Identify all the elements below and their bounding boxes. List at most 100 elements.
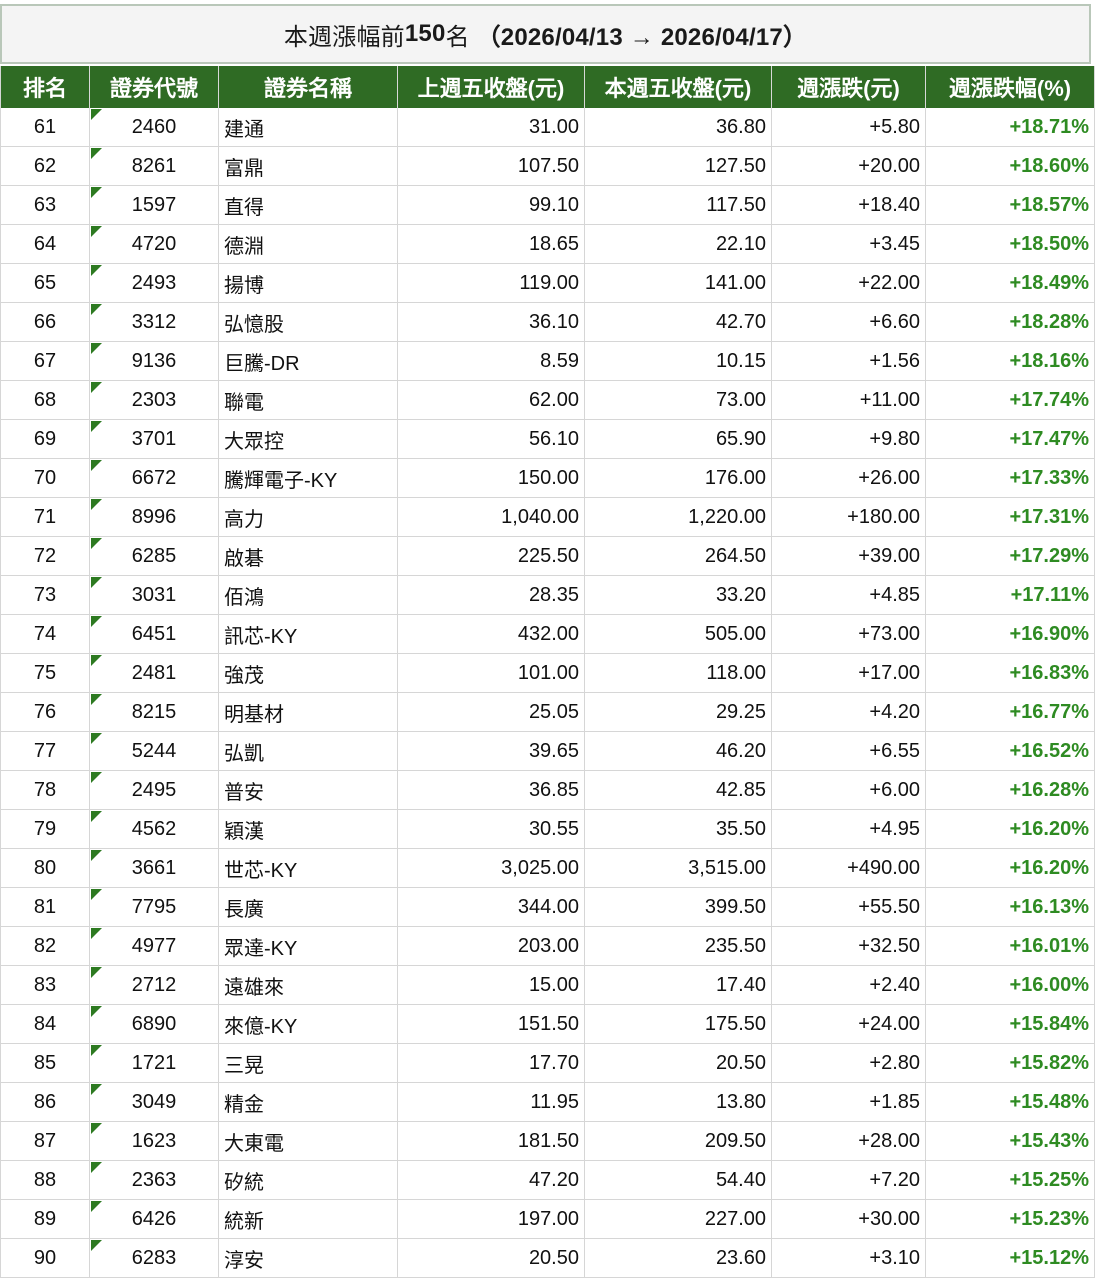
curr-close-cell[interactable]: 227.00 (585, 1200, 772, 1238)
code-cell[interactable]: 4977 (90, 927, 219, 965)
change-pct-cell[interactable]: +16.52% (926, 732, 1095, 770)
code-cell[interactable]: 6285 (90, 537, 219, 575)
code-cell[interactable]: 2303 (90, 381, 219, 419)
change-cell[interactable]: +6.55 (772, 732, 926, 770)
rank-cell[interactable]: 62 (0, 147, 90, 185)
curr-close-cell[interactable]: 42.70 (585, 303, 772, 341)
curr-close-cell[interactable]: 399.50 (585, 888, 772, 926)
curr-close-cell[interactable]: 35.50 (585, 810, 772, 848)
change-cell[interactable]: +55.50 (772, 888, 926, 926)
change-pct-cell[interactable]: +16.90% (926, 615, 1095, 653)
change-cell[interactable]: +73.00 (772, 615, 926, 653)
curr-close-cell[interactable]: 33.20 (585, 576, 772, 614)
prev-close-cell[interactable]: 3,025.00 (398, 849, 585, 887)
change-cell[interactable]: +26.00 (772, 459, 926, 497)
change-pct-cell[interactable]: +15.43% (926, 1122, 1095, 1160)
name-cell[interactable]: 聯電 (219, 381, 398, 419)
curr-close-cell[interactable]: 175.50 (585, 1005, 772, 1043)
code-cell[interactable]: 1623 (90, 1122, 219, 1160)
curr-close-cell[interactable]: 46.20 (585, 732, 772, 770)
name-cell[interactable]: 長廣 (219, 888, 398, 926)
change-cell[interactable]: +3.10 (772, 1239, 926, 1277)
header-code[interactable]: 證券代號 (90, 66, 219, 108)
change-cell[interactable]: +2.40 (772, 966, 926, 1004)
change-cell[interactable]: +5.80 (772, 108, 926, 146)
rank-cell[interactable]: 88 (0, 1161, 90, 1199)
rank-cell[interactable]: 90 (0, 1239, 90, 1277)
code-cell[interactable]: 2460 (90, 108, 219, 146)
change-pct-cell[interactable]: +18.28% (926, 303, 1095, 341)
change-cell[interactable]: +180.00 (772, 498, 926, 536)
change-cell[interactable]: +22.00 (772, 264, 926, 302)
rank-cell[interactable]: 78 (0, 771, 90, 809)
prev-close-cell[interactable]: 101.00 (398, 654, 585, 692)
header-rank[interactable]: 排名 (0, 66, 90, 108)
curr-close-cell[interactable]: 118.00 (585, 654, 772, 692)
code-cell[interactable]: 3312 (90, 303, 219, 341)
rank-cell[interactable]: 85 (0, 1044, 90, 1082)
code-cell[interactable]: 6426 (90, 1200, 219, 1238)
curr-close-cell[interactable]: 1,220.00 (585, 498, 772, 536)
rank-cell[interactable]: 75 (0, 654, 90, 692)
prev-close-cell[interactable]: 25.05 (398, 693, 585, 731)
name-cell[interactable]: 明基材 (219, 693, 398, 731)
code-cell[interactable]: 8996 (90, 498, 219, 536)
change-cell[interactable]: +3.45 (772, 225, 926, 263)
code-cell[interactable]: 7795 (90, 888, 219, 926)
name-cell[interactable]: 來億-KY (219, 1005, 398, 1043)
code-cell[interactable]: 9136 (90, 342, 219, 380)
rank-cell[interactable]: 72 (0, 537, 90, 575)
prev-close-cell[interactable]: 39.65 (398, 732, 585, 770)
name-cell[interactable]: 富鼎 (219, 147, 398, 185)
code-cell[interactable]: 3701 (90, 420, 219, 458)
change-pct-cell[interactable]: +15.82% (926, 1044, 1095, 1082)
curr-close-cell[interactable]: 3,515.00 (585, 849, 772, 887)
prev-close-cell[interactable]: 119.00 (398, 264, 585, 302)
change-pct-cell[interactable]: +16.83% (926, 654, 1095, 692)
rank-cell[interactable]: 74 (0, 615, 90, 653)
curr-close-cell[interactable]: 65.90 (585, 420, 772, 458)
change-pct-cell[interactable]: +17.29% (926, 537, 1095, 575)
name-cell[interactable]: 訊芯-KY (219, 615, 398, 653)
code-cell[interactable]: 8215 (90, 693, 219, 731)
change-cell[interactable]: +39.00 (772, 537, 926, 575)
prev-close-cell[interactable]: 30.55 (398, 810, 585, 848)
change-cell[interactable]: +1.85 (772, 1083, 926, 1121)
code-cell[interactable]: 6451 (90, 615, 219, 653)
rank-cell[interactable]: 79 (0, 810, 90, 848)
name-cell[interactable]: 世芯-KY (219, 849, 398, 887)
rank-cell[interactable]: 69 (0, 420, 90, 458)
name-cell[interactable]: 眾達-KY (219, 927, 398, 965)
rank-cell[interactable]: 87 (0, 1122, 90, 1160)
name-cell[interactable]: 矽統 (219, 1161, 398, 1199)
header-prev-close[interactable]: 上週五收盤(元) (398, 66, 585, 108)
prev-close-cell[interactable]: 15.00 (398, 966, 585, 1004)
prev-close-cell[interactable]: 1,040.00 (398, 498, 585, 536)
code-cell[interactable]: 3031 (90, 576, 219, 614)
change-pct-cell[interactable]: +16.28% (926, 771, 1095, 809)
rank-cell[interactable]: 70 (0, 459, 90, 497)
prev-close-cell[interactable]: 225.50 (398, 537, 585, 575)
prev-close-cell[interactable]: 203.00 (398, 927, 585, 965)
curr-close-cell[interactable]: 264.50 (585, 537, 772, 575)
header-change-pct[interactable]: 週漲跌幅(%) (926, 66, 1095, 108)
change-cell[interactable]: +4.20 (772, 693, 926, 731)
rank-cell[interactable]: 77 (0, 732, 90, 770)
prev-close-cell[interactable]: 62.00 (398, 381, 585, 419)
rank-cell[interactable]: 71 (0, 498, 90, 536)
code-cell[interactable]: 1721 (90, 1044, 219, 1082)
code-cell[interactable]: 6283 (90, 1239, 219, 1277)
change-pct-cell[interactable]: +15.23% (926, 1200, 1095, 1238)
prev-close-cell[interactable]: 151.50 (398, 1005, 585, 1043)
code-cell[interactable]: 2493 (90, 264, 219, 302)
curr-close-cell[interactable]: 29.25 (585, 693, 772, 731)
change-cell[interactable]: +20.00 (772, 147, 926, 185)
prev-close-cell[interactable]: 344.00 (398, 888, 585, 926)
prev-close-cell[interactable]: 107.50 (398, 147, 585, 185)
name-cell[interactable]: 建通 (219, 108, 398, 146)
change-pct-cell[interactable]: +17.47% (926, 420, 1095, 458)
rank-cell[interactable]: 80 (0, 849, 90, 887)
change-cell[interactable]: +18.40 (772, 186, 926, 224)
code-cell[interactable]: 4720 (90, 225, 219, 263)
header-curr-close[interactable]: 本週五收盤(元) (585, 66, 772, 108)
